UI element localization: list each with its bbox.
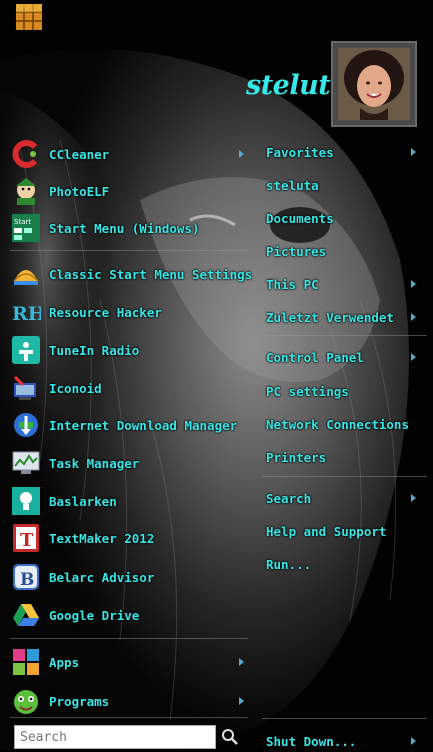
submenu-arrow-icon bbox=[239, 150, 244, 158]
classic-shell-cube-icon[interactable] bbox=[14, 2, 44, 32]
places-item[interactable]: Help and Support bbox=[266, 520, 426, 542]
places-item[interactable]: Search bbox=[266, 487, 426, 509]
places-item-label: Search bbox=[266, 490, 312, 506]
avatar-picture bbox=[338, 48, 410, 120]
programs-menu-item[interactable]: Programs bbox=[10, 684, 248, 718]
programs-icon bbox=[10, 685, 42, 717]
task-manager-icon bbox=[10, 447, 42, 479]
program-label: Belarc Advisor bbox=[49, 569, 155, 585]
places-item-label: Run... bbox=[266, 556, 312, 572]
photoelf-icon bbox=[10, 175, 42, 207]
search-icon[interactable] bbox=[220, 727, 240, 747]
places-item[interactable]: Run... bbox=[266, 553, 426, 575]
program-label: Google Drive bbox=[49, 607, 140, 623]
places-item-label: Pictures bbox=[266, 243, 327, 259]
svg-text:B: B bbox=[20, 570, 34, 590]
menu-item-label: Apps bbox=[49, 654, 80, 670]
submenu-arrow-icon bbox=[411, 313, 416, 321]
program-label: CCleaner bbox=[49, 146, 110, 162]
places-item[interactable]: Network Connections bbox=[266, 413, 426, 435]
submenu-arrow-icon bbox=[411, 280, 416, 288]
places-item-label: Network Connections bbox=[266, 416, 409, 432]
svg-text:Start: Start bbox=[14, 218, 31, 226]
places-item-label: PC settings bbox=[266, 383, 349, 399]
places-item-label: steluta bbox=[266, 177, 319, 193]
program-item[interactable]: RH Resource Hacker bbox=[10, 295, 248, 329]
program-item[interactable]: Start Start Menu (Windows) bbox=[10, 211, 248, 245]
program-label: Start Menu (Windows) bbox=[49, 220, 200, 236]
svg-text:RH: RH bbox=[12, 303, 41, 325]
menu-separator bbox=[262, 476, 427, 477]
program-label: TuneIn Radio bbox=[49, 342, 140, 358]
submenu-arrow-icon bbox=[411, 148, 416, 156]
google-drive-icon bbox=[10, 599, 42, 631]
textmaker-icon: T bbox=[10, 522, 42, 554]
submenu-arrow-icon bbox=[411, 737, 416, 745]
submenu-arrow-icon bbox=[411, 494, 416, 502]
submenu-arrow-icon bbox=[239, 697, 244, 705]
menu-separator bbox=[262, 718, 427, 719]
program-item[interactable]: Classic Start Menu Settings bbox=[10, 257, 252, 291]
iconoid-icon bbox=[10, 372, 42, 404]
program-label: Iconoid bbox=[49, 380, 102, 396]
places-item[interactable]: Favorites bbox=[266, 141, 426, 163]
submenu-arrow-icon bbox=[411, 353, 416, 361]
start-menu-icon: Start bbox=[10, 212, 42, 244]
places-item-label: Help and Support bbox=[266, 523, 387, 539]
program-label: Internet Download Manager bbox=[49, 417, 238, 433]
places-item-label: Shut Down... bbox=[266, 733, 357, 749]
belarc-icon: B bbox=[10, 561, 42, 593]
search-box[interactable] bbox=[14, 725, 216, 749]
program-label: Classic Start Menu Settings bbox=[49, 266, 253, 282]
places-item-label: This PC bbox=[266, 276, 319, 292]
ccleaner-icon bbox=[10, 138, 42, 170]
baslarken-icon bbox=[10, 485, 42, 517]
submenu-arrow-icon bbox=[239, 658, 244, 666]
program-item[interactable]: Iconoid bbox=[10, 371, 248, 405]
user-avatar[interactable] bbox=[331, 41, 417, 127]
program-label: PhotoELF bbox=[49, 183, 110, 199]
tunein-radio-icon bbox=[10, 334, 42, 366]
menu-separator bbox=[262, 335, 427, 336]
places-item[interactable]: Zuletzt Verwendet bbox=[266, 306, 426, 328]
menu-item-label: Programs bbox=[49, 693, 110, 709]
menu-separator bbox=[10, 717, 248, 718]
places-item-label: Favorites bbox=[266, 144, 334, 160]
program-label: TextMaker 2012 bbox=[49, 530, 155, 546]
places-item[interactable]: steluta bbox=[266, 174, 426, 196]
program-item[interactable]: T TextMaker 2012 bbox=[10, 521, 248, 555]
resource-hacker-icon: RH bbox=[10, 296, 42, 328]
idm-icon bbox=[10, 409, 42, 441]
program-label: Resource Hacker bbox=[49, 304, 162, 320]
places-item[interactable]: Printers bbox=[266, 446, 426, 468]
search-input[interactable] bbox=[15, 726, 215, 749]
places-item-label: Zuletzt Verwendet bbox=[266, 309, 394, 325]
places-item[interactable]: PC settings bbox=[266, 380, 426, 402]
menu-separator bbox=[10, 250, 248, 251]
apps-menu-item[interactable]: Apps bbox=[10, 645, 248, 679]
places-item[interactable]: Documents bbox=[266, 207, 426, 229]
places-item[interactable]: This PC bbox=[266, 273, 426, 295]
places-item-label: Control Panel bbox=[266, 349, 364, 365]
program-item[interactable]: B Belarc Advisor bbox=[10, 560, 248, 594]
menu-separator bbox=[10, 638, 248, 639]
classic-shell-icon bbox=[10, 258, 42, 290]
places-item[interactable]: Shut Down... bbox=[266, 730, 426, 752]
svg-text:T: T bbox=[20, 530, 34, 551]
program-item[interactable]: Baslarken bbox=[10, 484, 248, 518]
places-item-label: Printers bbox=[266, 449, 327, 465]
places-item[interactable]: Control Panel bbox=[266, 346, 426, 368]
program-item[interactable]: Task Manager bbox=[10, 446, 248, 480]
program-item[interactable]: TuneIn Radio bbox=[10, 333, 248, 367]
places-item-label: Documents bbox=[266, 210, 334, 226]
places-item[interactable]: Pictures bbox=[266, 240, 426, 262]
program-label: Baslarken bbox=[49, 493, 117, 509]
program-item[interactable]: PhotoELF bbox=[10, 174, 248, 208]
program-item[interactable]: CCleaner bbox=[10, 137, 248, 171]
program-item[interactable]: Internet Download Manager bbox=[10, 408, 248, 442]
program-label: Task Manager bbox=[49, 455, 140, 471]
apps-icon bbox=[10, 646, 42, 678]
program-item[interactable]: Google Drive bbox=[10, 598, 248, 632]
